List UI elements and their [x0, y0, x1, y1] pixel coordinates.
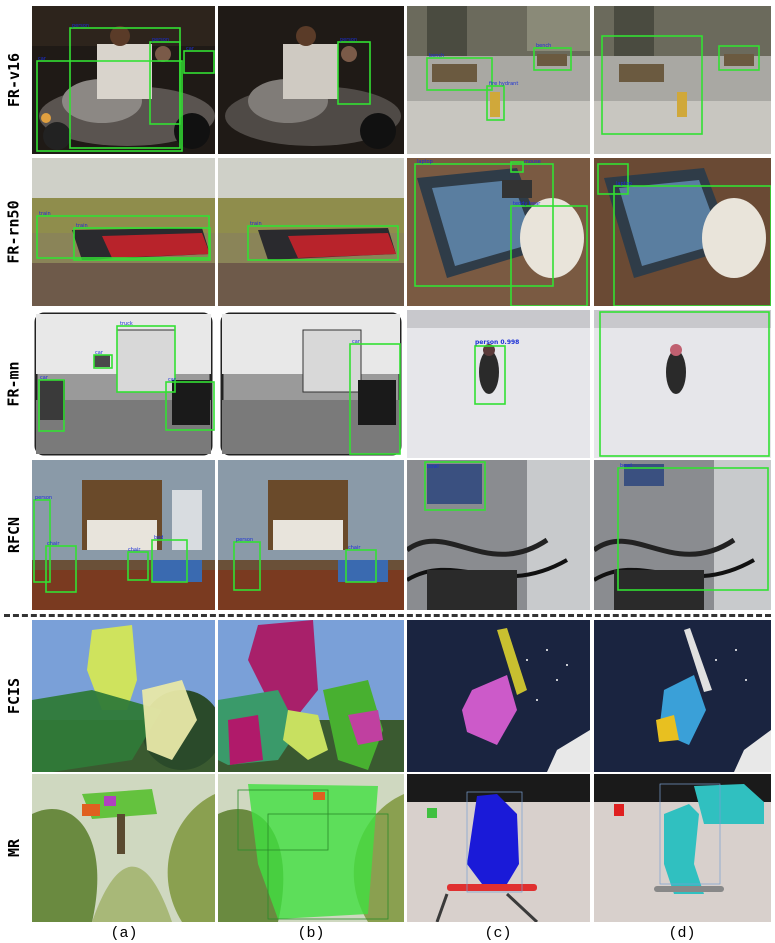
image-row5-col3 — [594, 774, 771, 922]
section-divider — [4, 614, 771, 617]
image-row1-col1: train — [218, 158, 404, 306]
street-truck-scene: car truck car car — [32, 310, 215, 458]
det-label: person — [72, 23, 89, 29]
image-row4-col1 — [218, 620, 404, 772]
det-label: car — [352, 339, 361, 345]
det-label: car — [40, 375, 49, 381]
snow-person-scene: person 0.998 — [407, 310, 590, 458]
det-label: car — [38, 56, 47, 62]
det-label: train — [76, 223, 88, 229]
row-label-fr-mn: FR-mn — [5, 361, 23, 407]
image-row5-col2 — [407, 774, 590, 922]
image-row1-col3: laptop — [594, 158, 771, 306]
det-label: laptop — [616, 181, 632, 187]
park-bench-scene: bench bench fire hydrant — [407, 6, 590, 154]
det-label: truck — [120, 321, 133, 327]
image-row1-col0: train train — [32, 158, 215, 306]
image-row3-col1: person chair — [218, 460, 404, 610]
det-label: bowl — [620, 463, 632, 469]
column-label-a: (a) — [110, 925, 138, 942]
row-label-mr: MR — [5, 838, 23, 858]
bedroom-scene: person chair chair bed — [32, 460, 215, 610]
det-label: car — [95, 350, 104, 356]
giraffe-segmentation-adversarial — [218, 620, 404, 772]
motorcycle-scene-adversarial: person — [218, 6, 404, 154]
snowboarder-segmentation-adversarial — [594, 774, 771, 922]
image-row2-col2: person 0.998 — [407, 310, 590, 458]
image-row4-col2 — [407, 620, 590, 772]
banana-plant-segmentation — [32, 774, 215, 922]
det-label: person 0.998 — [475, 339, 519, 346]
det-label: train — [250, 221, 262, 227]
image-row2-col3 — [594, 310, 771, 458]
det-label: person — [152, 37, 169, 43]
column-label-c: (c) — [484, 925, 512, 942]
row-label-rfcn: RFCN — [5, 516, 23, 554]
image-row4-col3 — [594, 620, 771, 772]
image-row3-col2: bowl — [407, 460, 590, 610]
det-label: teddy bear — [513, 201, 541, 207]
image-row0-col2: bench bench fire hydrant — [407, 6, 590, 154]
row-label-fcis: FCIS — [5, 677, 23, 715]
image-row0-col1: person — [218, 6, 404, 154]
image-row2-col0: car truck car car — [32, 310, 215, 458]
det-label: car — [168, 377, 177, 383]
motorcycle-scene: car person person car — [32, 6, 215, 154]
column-label-b: (b) — [297, 925, 325, 942]
laptop-teddy-scene-adversarial: laptop — [594, 158, 771, 306]
snow-person-scene-adversarial — [594, 310, 771, 458]
det-label: train — [39, 211, 51, 217]
image-row1-col2: laptop mouse teddy bear — [407, 158, 590, 306]
image-row2-col1: car — [218, 310, 404, 458]
image-row0-col3 — [594, 6, 771, 154]
column-label-d: (d) — [668, 925, 696, 942]
det-label: laptop — [417, 159, 433, 165]
det-label: chair — [128, 547, 141, 553]
image-row3-col3: bowl — [594, 460, 771, 610]
train-scene: train train — [32, 158, 215, 306]
image-row3-col0: person chair chair bed — [32, 460, 215, 610]
desk-cables-scene-adversarial: bowl — [594, 460, 771, 610]
image-row4-col0 — [32, 620, 215, 772]
det-label: bed — [154, 535, 163, 541]
row-label-fr-v16: FR-v16 — [5, 52, 23, 108]
bedroom-scene-adversarial: person chair — [218, 460, 404, 610]
train-scene-adversarial: train — [218, 158, 404, 306]
skier-segmentation-adversarial — [594, 620, 771, 772]
row-label-fr-rn50: FR-rn50 — [5, 200, 23, 264]
det-label: person — [236, 537, 253, 543]
image-row5-col1 — [218, 774, 404, 922]
det-label: mouse — [524, 159, 541, 165]
skier-segmentation — [407, 620, 590, 772]
det-label: chair — [348, 545, 361, 551]
giraffe-segmentation — [32, 620, 215, 772]
image-row0-col0: car person person car — [32, 6, 215, 154]
det-label: car — [186, 46, 195, 52]
desk-cables-scene: bowl — [407, 460, 590, 610]
det-label: chair — [47, 541, 60, 547]
street-truck-scene-adversarial: car — [218, 310, 404, 458]
banana-plant-segmentation-adversarial — [218, 774, 404, 922]
det-label: person — [340, 37, 357, 43]
laptop-teddy-scene: laptop mouse teddy bear — [407, 158, 590, 306]
park-bench-scene-adversarial — [594, 6, 771, 154]
det-label: fire hydrant — [489, 81, 518, 87]
det-label: bench — [429, 53, 444, 59]
det-label: bench — [536, 43, 551, 49]
det-label: person — [35, 495, 52, 501]
image-row5-col0 — [32, 774, 215, 922]
snowboarder-segmentation — [407, 774, 590, 922]
det-label: bowl — [427, 464, 439, 470]
